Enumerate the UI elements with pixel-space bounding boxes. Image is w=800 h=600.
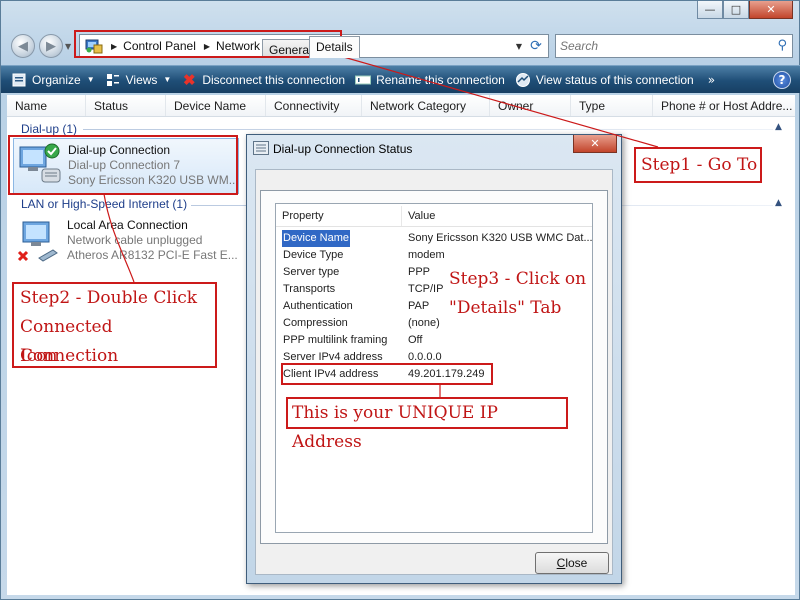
column-connectivity[interactable]: Connectivity (266, 95, 362, 116)
views-label: Views (125, 72, 158, 87)
property-name: Authentication (283, 300, 353, 312)
unique-ip-text: This is your UNIQUE IP Address (292, 403, 498, 452)
property-name: Transports (283, 283, 336, 295)
organize-button[interactable]: Organize ▼ (11, 72, 95, 88)
details-row[interactable]: Authentication PAP (282, 298, 429, 315)
organize-label: Organize (32, 72, 81, 87)
disconnect-button[interactable]: ✖ Disconnect this connection (181, 71, 346, 89)
header-property[interactable]: Property (276, 206, 402, 226)
details-row[interactable]: Compression (none) (282, 315, 440, 332)
details-table-header: Property Value (276, 206, 592, 227)
property-name: Device Name (282, 230, 350, 247)
details-row[interactable]: Device Name Sony Ericsson K320 USB WMC D… (282, 230, 593, 247)
details-row[interactable]: Device Type modem (282, 247, 445, 264)
address-dropdown-icon[interactable]: ▼ (516, 42, 522, 51)
column-network-category[interactable]: Network Category (362, 95, 490, 116)
dialog-title: Dial-up Connection Status (273, 142, 413, 156)
property-name: Server type (283, 266, 340, 278)
property-name: Compression (283, 317, 348, 329)
close-window-button[interactable]: ✕ (749, 1, 793, 19)
more-commands-icon[interactable]: » (708, 73, 715, 87)
annotation-step2: Step2 - Double Click Connected Connectio… (12, 282, 217, 368)
close-button[interactable]: Close (535, 552, 609, 574)
back-button[interactable]: ◀ (11, 34, 35, 58)
network-status-icon (253, 141, 269, 155)
refresh-icon[interactable]: ⟳ (526, 37, 546, 55)
collapse-group-icon[interactable]: ▲ (775, 122, 782, 132)
rename-label: Rename this connection (376, 72, 505, 87)
property-value: (none) (408, 317, 440, 329)
annotation-address-highlight (74, 30, 342, 58)
property-value: modem (408, 249, 445, 261)
column-headers: Name Status Device Name Connectivity Net… (7, 95, 795, 117)
view-status-button[interactable]: View status of this connection (515, 72, 694, 88)
view-status-label: View status of this connection (535, 72, 694, 87)
lan-connection-icon (17, 218, 61, 262)
minimize-button[interactable]: — (697, 1, 723, 19)
property-name: Device Type (283, 249, 344, 261)
views-button[interactable]: Views ▼ (105, 72, 172, 88)
details-row[interactable]: Server type PPP (282, 264, 430, 281)
group-header-dialup[interactable]: Dial-up (1) (21, 122, 77, 136)
step1-text: Step1 - Go To (641, 155, 758, 175)
disconnect-icon: ✖ (183, 71, 196, 89)
step2-line-3: Icon (20, 346, 58, 366)
status-icon (515, 72, 531, 88)
views-icon (105, 72, 121, 88)
column-phone-host[interactable]: Phone # or Host Addre... (653, 95, 795, 116)
property-name: PPP multilink framing (283, 334, 388, 346)
details-row[interactable]: PPP multilink framing Off (282, 332, 422, 349)
annotation-connection-highlight (8, 135, 238, 195)
connection-name: Local Area Connection (67, 218, 188, 232)
group-header-lan[interactable]: LAN or High-Speed Internet (1) (21, 197, 187, 211)
search-input[interactable] (560, 36, 760, 56)
column-name[interactable]: Name (7, 95, 86, 116)
property-value: Sony Ericsson K320 USB WMC Dat... (408, 232, 593, 244)
annotation-ip-highlight (281, 363, 493, 385)
property-value: TCP/IP (408, 283, 444, 295)
search-box[interactable]: ⚲ (555, 34, 793, 58)
step3-line-2: "Details" Tab (449, 298, 562, 318)
back-arrow-icon: ◀ (18, 38, 28, 54)
organize-icon (11, 72, 27, 88)
annotation-step1: Step1 - Go To (634, 147, 762, 183)
recent-pages-dropdown-icon[interactable]: ▼ (65, 42, 71, 51)
column-device-name[interactable]: Device Name (166, 95, 266, 116)
property-value: Off (408, 334, 423, 346)
connection-status: Network cable unplugged (67, 233, 203, 247)
annotation-unique-ip: This is your UNIQUE IP Address (286, 397, 568, 452)
step2-line-1: Step2 - Double Click (20, 288, 198, 308)
column-type[interactable]: Type (571, 95, 653, 116)
disconnect-label: Disconnect this connection (202, 72, 346, 87)
group-divider (83, 129, 773, 130)
command-toolbar: Organize ▼ Views ▼ ✖ Disconnect this con… (1, 65, 800, 93)
window-controls: — □ ✕ (697, 1, 793, 19)
header-value[interactable]: Value (402, 206, 590, 226)
help-icon[interactable]: ? (773, 71, 791, 89)
connection-device: Atheros AR8132 PCI-E Fast E... (67, 248, 238, 262)
column-status[interactable]: Status (86, 95, 166, 116)
close-button-label: lose (565, 556, 588, 570)
rename-icon (355, 72, 372, 88)
property-value: PAP (408, 300, 430, 312)
step3-line-1: Step3 - Click on (449, 269, 587, 289)
tab-details[interactable]: Details (309, 36, 360, 58)
details-row[interactable]: Transports TCP/IP (282, 281, 443, 298)
column-owner[interactable]: Owner (490, 95, 571, 116)
organize-dropdown-icon: ▼ (86, 75, 95, 84)
collapse-group-icon[interactable]: ▲ (775, 198, 782, 208)
dialog-close-button[interactable]: ✕ (573, 135, 617, 153)
maximize-button[interactable]: □ (723, 1, 749, 19)
views-dropdown-icon: ▼ (163, 75, 172, 84)
forward-button[interactable]: ▶ (39, 34, 63, 58)
search-icon[interactable]: ⚲ (777, 38, 787, 53)
rename-button[interactable]: Rename this connection (355, 72, 505, 88)
forward-arrow-icon: ▶ (46, 38, 56, 54)
local-area-connection-item[interactable]: Local Area Connection Network cable unpl… (13, 214, 239, 270)
property-value: PPP (408, 266, 431, 278)
